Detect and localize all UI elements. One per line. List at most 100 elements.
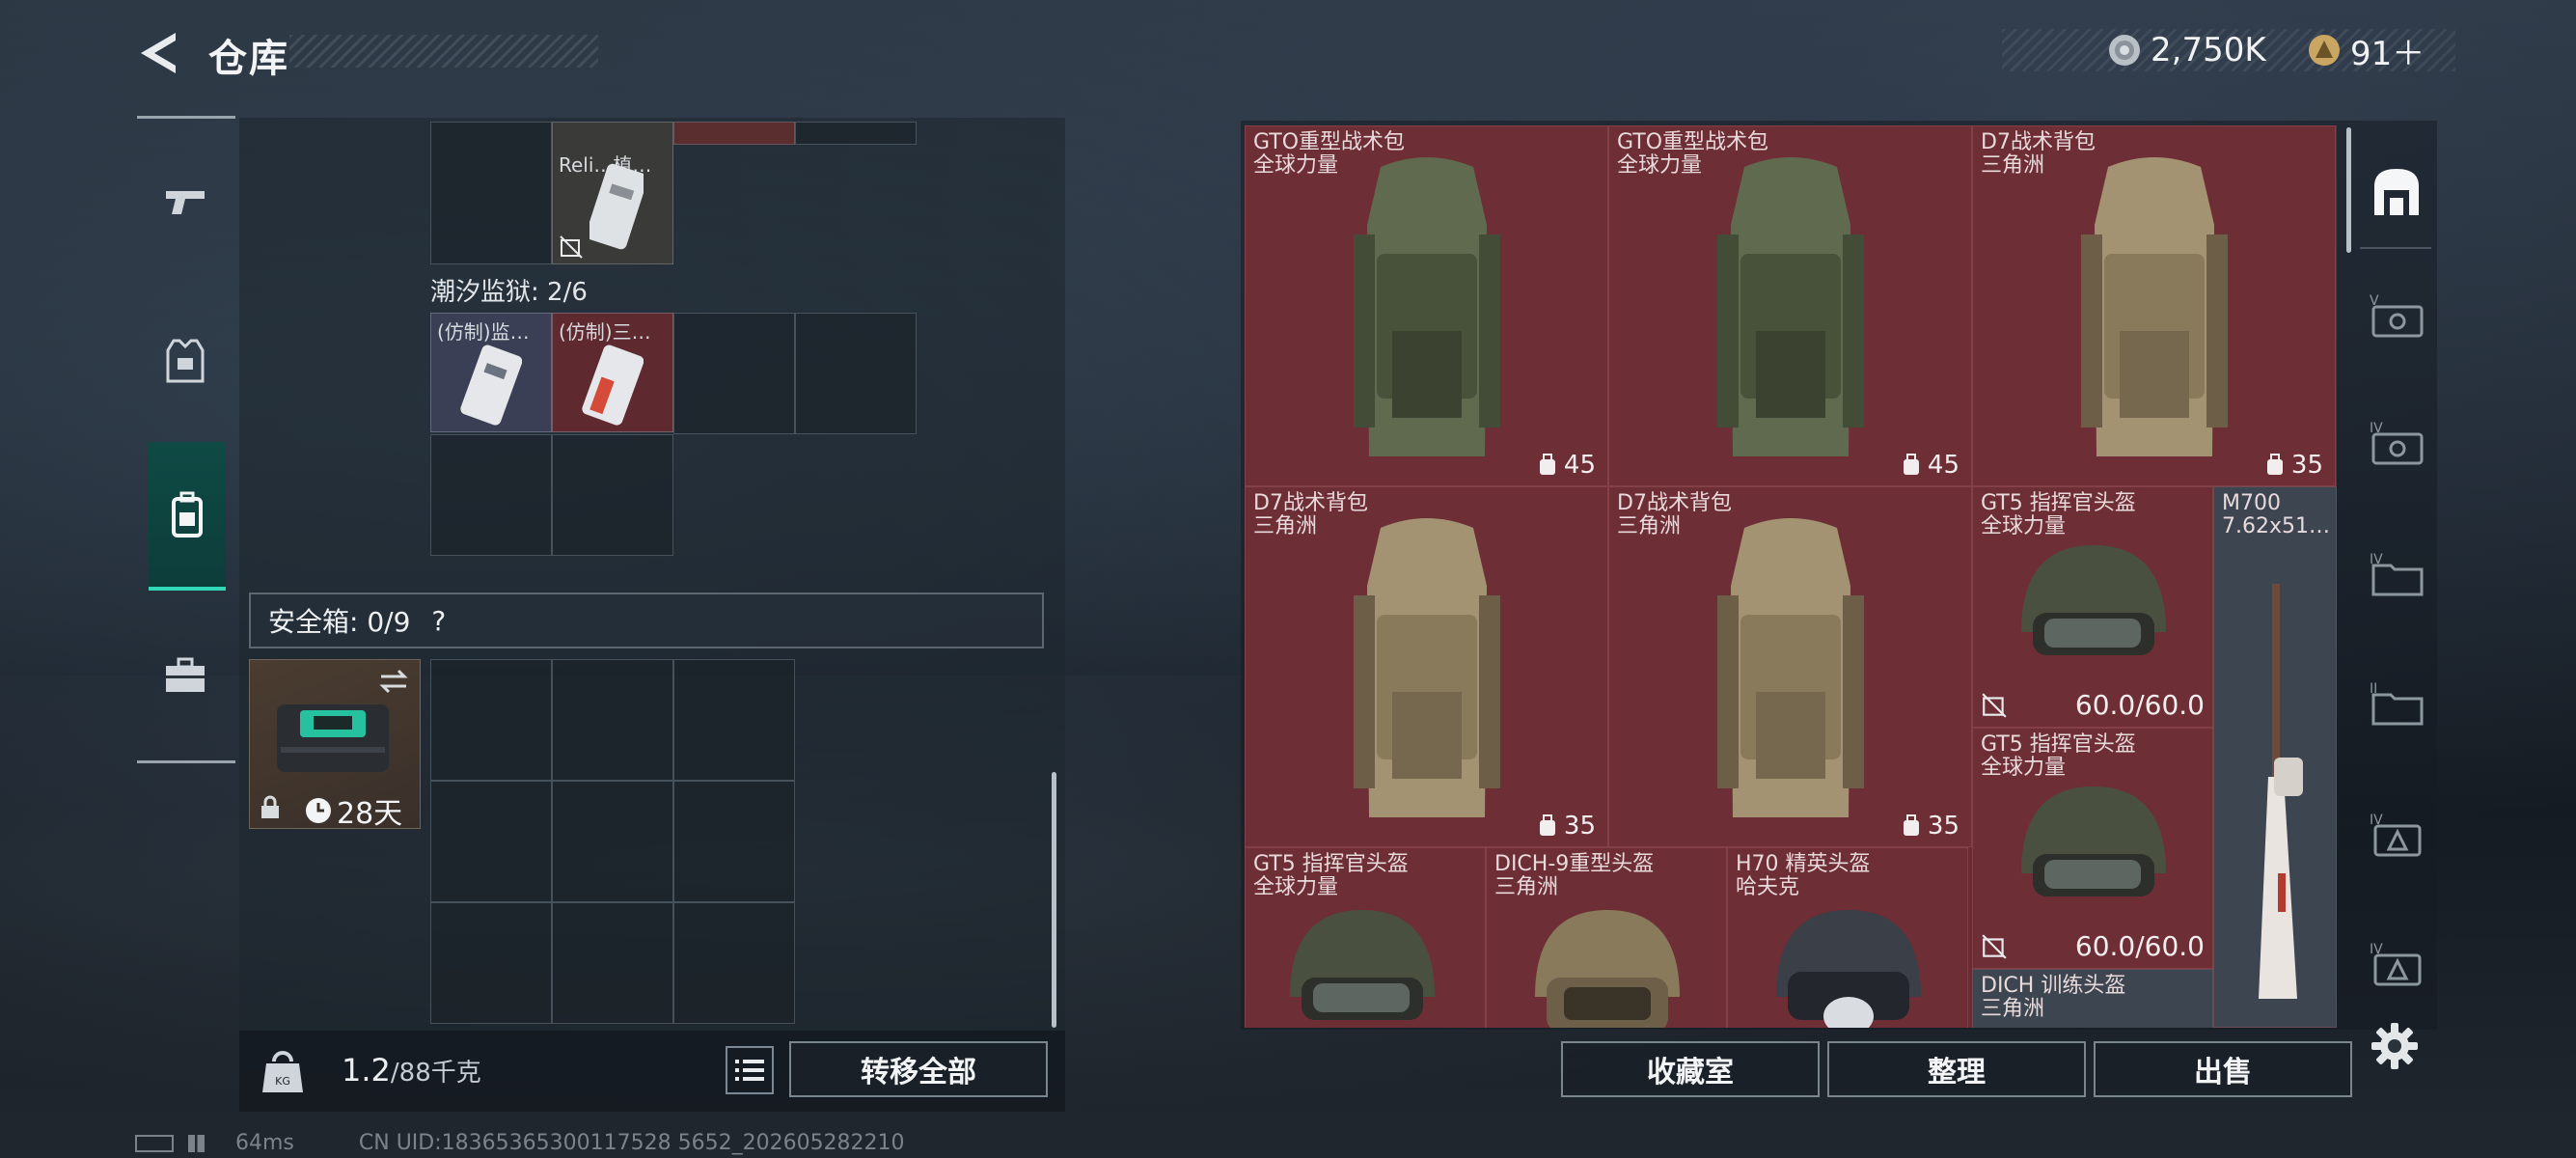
- silver-coin-icon: [2109, 35, 2140, 66]
- help-icon[interactable]: ?: [431, 605, 446, 637]
- bag-small-icon: [2266, 454, 2283, 475]
- no-sell-icon: [560, 235, 583, 259]
- side-tab-level-4-folder[interactable]: IV: [2358, 535, 2435, 612]
- rail-tab-armor[interactable]: [147, 322, 224, 400]
- grid-slot[interactable]: [673, 313, 795, 434]
- item-name: M700 7.62x51…: [2222, 491, 2330, 538]
- bag-small-icon: [1903, 454, 1919, 475]
- bag-small-icon: [1903, 814, 1919, 836]
- settings-gear-icon[interactable]: [2370, 1021, 2420, 1071]
- item-name: GT5 指挥官头盔 全球力量: [1253, 852, 1409, 899]
- gold-amount: 91＋: [2350, 34, 2425, 73]
- warehouse-scrollbar[interactable]: [2346, 127, 2351, 253]
- backpack-icon: [2081, 157, 2228, 456]
- safebox-slot[interactable]: [430, 902, 552, 1024]
- sort-button[interactable]: 整理: [1827, 1041, 2086, 1097]
- list-view-button[interactable]: [726, 1046, 774, 1094]
- backpack-icon: [1354, 157, 1500, 456]
- safebox-slot[interactable]: [673, 902, 795, 1024]
- briefcase-icon: [166, 657, 205, 692]
- item-name: GT5 指挥官头盔 全球力量: [1981, 491, 2136, 538]
- side-tab-all[interactable]: [2358, 152, 2435, 230]
- item-label: (仿制)三…: [559, 320, 651, 344]
- safebox-slot[interactable]: [552, 781, 673, 902]
- grid-slot[interactable]: [795, 313, 917, 434]
- item-replica-card-b[interactable]: (仿制)三…: [552, 313, 673, 432]
- helmet-icon: [1290, 910, 1435, 1020]
- item-gt5-helmet-3[interactable]: GT5 指挥官头盔 全球力量: [1245, 847, 1486, 1028]
- weight-icon: KG: [262, 1051, 303, 1092]
- item-d7-backpack-1[interactable]: D7战术背包 三角洲 35: [1972, 125, 2336, 486]
- rail-tab-backpack[interactable]: [149, 442, 226, 591]
- item-dich-training-helmet[interactable]: DICH 训练头盔 三角洲: [1972, 969, 2213, 1028]
- item-dich9-helmet[interactable]: DICH-9重型头盔 三角洲: [1486, 847, 1727, 1028]
- side-tab-level-4-badge-2[interactable]: IV: [2358, 924, 2435, 1002]
- bag-small-icon: [1539, 454, 1555, 475]
- side-tab-level-4-badge[interactable]: IV: [2358, 795, 2435, 872]
- grid-slot[interactable]: [673, 122, 795, 145]
- item-name: DICH 训练头盔 三角洲: [1981, 974, 2126, 1021]
- grid-slot[interactable]: [795, 122, 917, 145]
- item-relic-card[interactable]: Reli…植…: [552, 122, 673, 264]
- page-title: 仓库: [208, 37, 289, 81]
- collection-room-button[interactable]: 收藏室: [1561, 1041, 1820, 1097]
- safebox-slot[interactable]: [430, 781, 552, 902]
- rail-tab-weapons[interactable]: [147, 164, 224, 241]
- side-tab-level-2-folder[interactable]: II: [2358, 664, 2435, 741]
- side-tab-level-5-case[interactable]: V: [2358, 276, 2435, 353]
- capacity-badge: 45: [1537, 451, 1596, 480]
- backpack-icon: [172, 491, 203, 538]
- side-tab-divider: [2360, 247, 2431, 249]
- safebox-item[interactable]: 28天: [249, 659, 421, 831]
- item-gt5-helmet-2[interactable]: GT5 指挥官头盔 全球力量 60.0/60.0: [1972, 728, 2213, 969]
- grid-slot[interactable]: [430, 434, 552, 556]
- battery-icon: [135, 1135, 174, 1152]
- backpack-icon: [1717, 518, 1864, 817]
- durability: 60.0/60.0: [2074, 689, 2205, 721]
- item-m700-rifle[interactable]: M700 7.62x51…: [2213, 486, 2337, 1028]
- silver-currency: 2,750K: [2108, 31, 2266, 69]
- transfer-all-button[interactable]: 转移全部: [789, 1041, 1048, 1097]
- safebox-slot[interactable]: [430, 659, 552, 781]
- item-gto-backpack-2[interactable]: GTO重型战术包 全球力量 45: [1608, 125, 1972, 486]
- safebox-slot[interactable]: [673, 781, 795, 902]
- no-sell-icon: [1982, 934, 2007, 959]
- item-d7-backpack-3[interactable]: D7战术背包 三角洲 35: [1608, 486, 1972, 847]
- item-h70-helmet[interactable]: H70 精英头盔 哈夫克: [1727, 847, 1968, 1028]
- list-icon: [735, 1060, 764, 1081]
- level-iv-case-icon: IV: [2370, 421, 2424, 465]
- safebox-slot[interactable]: [552, 902, 673, 1024]
- lock-icon: [261, 795, 279, 818]
- grid-slot[interactable]: [552, 434, 673, 556]
- item-gt5-helmet-1[interactable]: GT5 指挥官头盔 全球力量 60.0/60.0: [1972, 486, 2213, 728]
- rail-divider-top: [137, 116, 235, 119]
- weight-readout: 1.2/88千克: [342, 1052, 481, 1089]
- item-replica-card-a[interactable]: (仿制)监…: [430, 313, 552, 432]
- left-scrollbar[interactable]: [1052, 772, 1056, 1028]
- item-name: GT5 指挥官头盔 全球力量: [1981, 732, 2136, 780]
- level-ii-folder-icon: II: [2370, 681, 2424, 726]
- level-iv-badge-icon: IV: [2370, 942, 2422, 986]
- keycard-icon: [460, 345, 522, 426]
- item-d7-backpack-2[interactable]: D7战术背包 三角洲 35: [1245, 486, 1608, 847]
- safebox-slot[interactable]: [552, 659, 673, 781]
- uid-text: CN UID:18365365300117528 5652_2026052822…: [358, 1131, 905, 1155]
- gold-currency[interactable]: 91＋: [2308, 31, 2425, 73]
- rifle-icon: [2259, 584, 2303, 999]
- clock-icon: [306, 798, 331, 823]
- capacity-badge: 35: [1901, 812, 1959, 841]
- safebox-case-icon: [277, 704, 389, 772]
- rail-tab-briefcase[interactable]: [147, 637, 224, 714]
- capacity-badge: 35: [2264, 451, 2323, 480]
- status-bar: 64ms CN UID:18365365300117528 5652_20260…: [135, 1131, 905, 1155]
- safebox-slot[interactable]: [673, 659, 795, 781]
- signal-icon: [188, 1135, 211, 1152]
- swap-icon[interactable]: [377, 668, 410, 695]
- item-gto-backpack-1[interactable]: GTO重型战术包 全球力量 45: [1245, 125, 1608, 486]
- durability: 60.0/60.0: [2074, 930, 2205, 962]
- side-tab-level-4-case[interactable]: IV: [2358, 403, 2435, 481]
- grid-slot[interactable]: [430, 122, 552, 264]
- back-arrow-icon[interactable]: [135, 29, 183, 77]
- sell-button[interactable]: 出售: [2094, 1041, 2352, 1097]
- helmet-icon: [2021, 545, 2166, 655]
